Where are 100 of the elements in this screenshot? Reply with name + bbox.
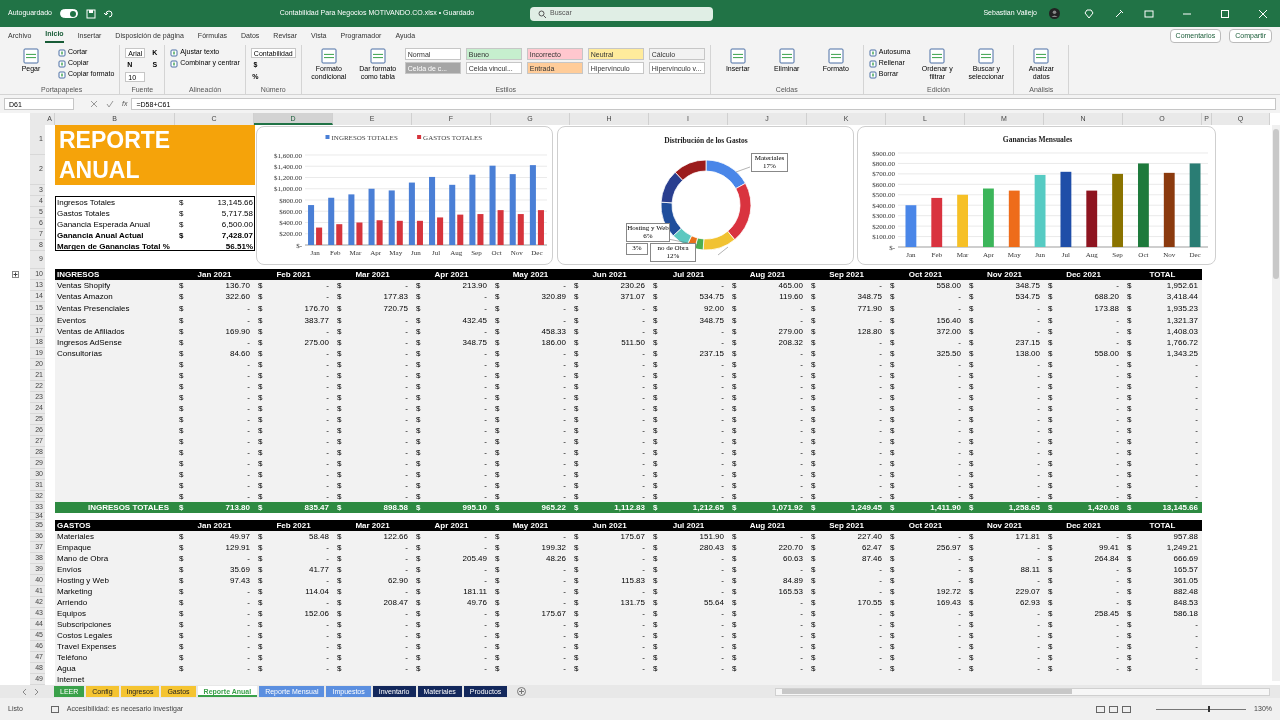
currency-sign: $ [653,279,658,292]
amount: - [247,302,250,315]
currency-sign: $ [495,457,500,470]
currency-sign: $ [258,302,263,315]
vertical-scrollbar[interactable] [1272,125,1280,681]
amount: - [1116,325,1119,338]
summary-label: Ingresos Totales [57,196,117,209]
close-icon[interactable] [1258,8,1268,19]
currency-sign: $ [495,563,500,576]
amount: - [642,347,645,360]
currency-sign: $ [574,479,579,492]
pen-icon[interactable] [1114,8,1124,19]
currency-sign: $ [337,479,342,492]
amount: - [800,563,803,576]
currency-sign: $ [495,314,500,327]
amount: - [326,629,329,642]
document-icon [320,48,337,64]
currency-sign: $ [653,640,658,653]
amount: - [721,552,724,565]
amount: - [721,435,724,448]
amount: - [642,424,645,437]
section-title: INGRESOS [56,268,101,281]
amount: - [563,424,566,437]
zoom-slider[interactable] [1156,706,1247,712]
currency-sign: $ [969,629,974,642]
amount: - [958,369,961,382]
slider-thumb[interactable] [1208,706,1211,712]
amount: 92.00 [703,302,724,315]
amount: - [326,468,329,481]
amount: 237.15 [699,347,724,360]
amount: - [1195,618,1198,631]
amount: - [405,402,408,415]
currency-sign: $ [890,662,895,675]
undo-icon[interactable] [104,8,114,19]
currency-sign: $ [1048,468,1053,481]
amount: 534.75 [1015,290,1040,303]
currency-sign: $ [811,446,816,459]
amount: - [642,563,645,576]
currency-sign: $ [1048,563,1053,576]
currency-sign: $ [179,413,184,426]
amount: 1,071.92 [771,501,803,514]
total-label: INGRESOS TOTALES [87,502,169,512]
amount: - [484,530,487,543]
amount: - [484,413,487,426]
currency-sign: $ [1127,607,1132,620]
currency-sign: $ [653,552,658,565]
tab-scroll-icon[interactable] [20,687,40,696]
window-icon[interactable] [1144,8,1154,19]
currency-sign: $ [574,468,579,481]
save-icon[interactable] [86,8,96,19]
month-header: Nov 2021 [985,519,1024,532]
diamond-icon[interactable] [1084,8,1094,19]
amount: - [247,314,250,327]
amount: 114.04 [305,585,329,598]
amount: - [326,651,329,664]
row-label: Hosting y Web [57,575,109,585]
month-header: Oct 2021 [907,519,944,532]
amount: - [1037,369,1040,382]
currency-sign: $ [890,347,895,360]
amount: - [326,424,329,437]
amount: - [405,336,408,349]
currency-sign: $ [258,585,263,598]
currency-sign: $ [732,402,737,415]
accessibility-icon[interactable] [50,705,59,713]
autosave-toggle[interactable] [60,9,78,18]
currency-sign: $ [1127,402,1132,415]
currency-sign: $ [337,651,342,664]
horizontal-scrollbar[interactable] [775,687,1270,696]
expand-icon[interactable] [11,271,19,278]
amount: - [1037,446,1040,459]
avatar-icon[interactable] [1049,8,1060,19]
amount: - [1116,314,1119,327]
amount: - [563,651,566,664]
currency-sign: $ [258,358,263,371]
amount: - [563,585,566,598]
currency-sign: $ [258,552,263,565]
search-icon [538,9,546,18]
amount: - [405,490,408,503]
amount: 192.72 [936,585,961,598]
amount: - [958,530,961,543]
amount: - [563,358,566,371]
currency-sign: $ [258,651,263,664]
amount: - [1116,563,1119,576]
maximize-icon[interactable] [1220,8,1230,19]
amount: - [247,596,250,609]
amount: 136.70 [225,279,250,292]
add-sheet-icon[interactable] [517,687,527,696]
cancel-icon[interactable] [90,100,98,108]
amount: - [879,574,882,587]
currency-sign: $ [811,435,816,448]
currency-sign: $ [1048,446,1053,459]
amount: - [642,325,645,338]
currency-sign: $ [416,314,421,327]
row-label: Ingresos AdSense [57,337,122,347]
amount: 41.77 [308,563,329,576]
view-icon[interactable] [1096,705,1133,713]
amount: - [484,563,487,576]
check-icon[interactable] [106,100,114,108]
amount: - [958,358,961,371]
amount: 84.60 [229,347,250,360]
